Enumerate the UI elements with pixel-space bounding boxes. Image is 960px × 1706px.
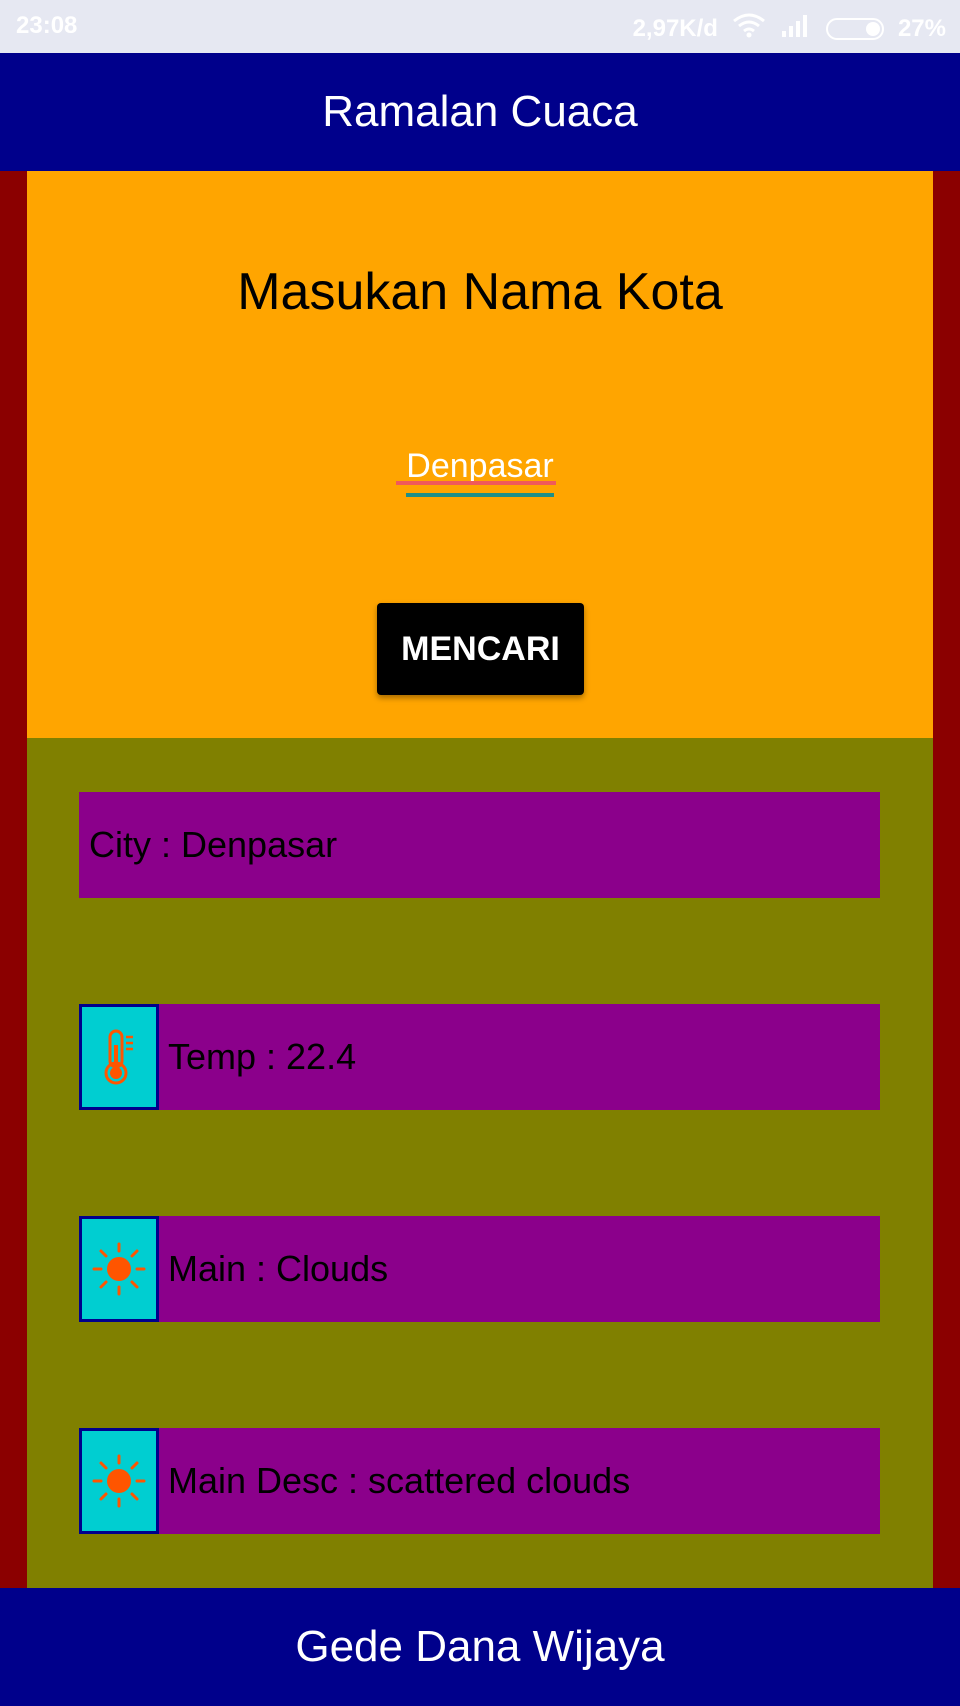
main-label: Main : Clouds [168, 1248, 389, 1289]
main-row: Main : Clouds [79, 1216, 880, 1322]
main-desc-row: Main Desc : scattered clouds [79, 1428, 880, 1534]
status-time: 23:08 [16, 12, 78, 39]
app-header: Ramalan Cuaca [0, 53, 960, 171]
sun-icon [79, 1216, 159, 1322]
sun-icon [79, 1428, 159, 1534]
wifi-icon [732, 12, 766, 45]
main-desc-label: Main Desc : scattered clouds [168, 1460, 631, 1501]
spellcheck-underline [396, 481, 556, 485]
app-title: Ramalan Cuaca [322, 87, 638, 136]
city-label: City : Denpasar [89, 824, 338, 865]
search-button[interactable]: MENCARI [377, 603, 584, 695]
battery-icon [825, 17, 884, 40]
author-name: Gede Dana Wijaya [295, 1622, 665, 1671]
battery-percent: 27% [897, 14, 946, 42]
app-footer: Gede Dana Wijaya [0, 1588, 960, 1706]
network-speed: 2,97K/d [632, 14, 718, 42]
status-bar: 23:08 2,97K/d 27% [0, 0, 960, 53]
city-input[interactable] [380, 438, 580, 494]
thermometer-icon [79, 1004, 159, 1110]
status-right-group: 2,97K/d 27% [633, 12, 946, 45]
signal-icon [780, 13, 812, 44]
city-prompt: Masukan Nama Kota [237, 263, 723, 321]
temp-label: Temp : 22.4 [168, 1036, 357, 1077]
temp-row: Temp : 22.4 [79, 1004, 880, 1110]
city-row: City : Denpasar [79, 792, 880, 898]
input-underline [406, 493, 554, 497]
